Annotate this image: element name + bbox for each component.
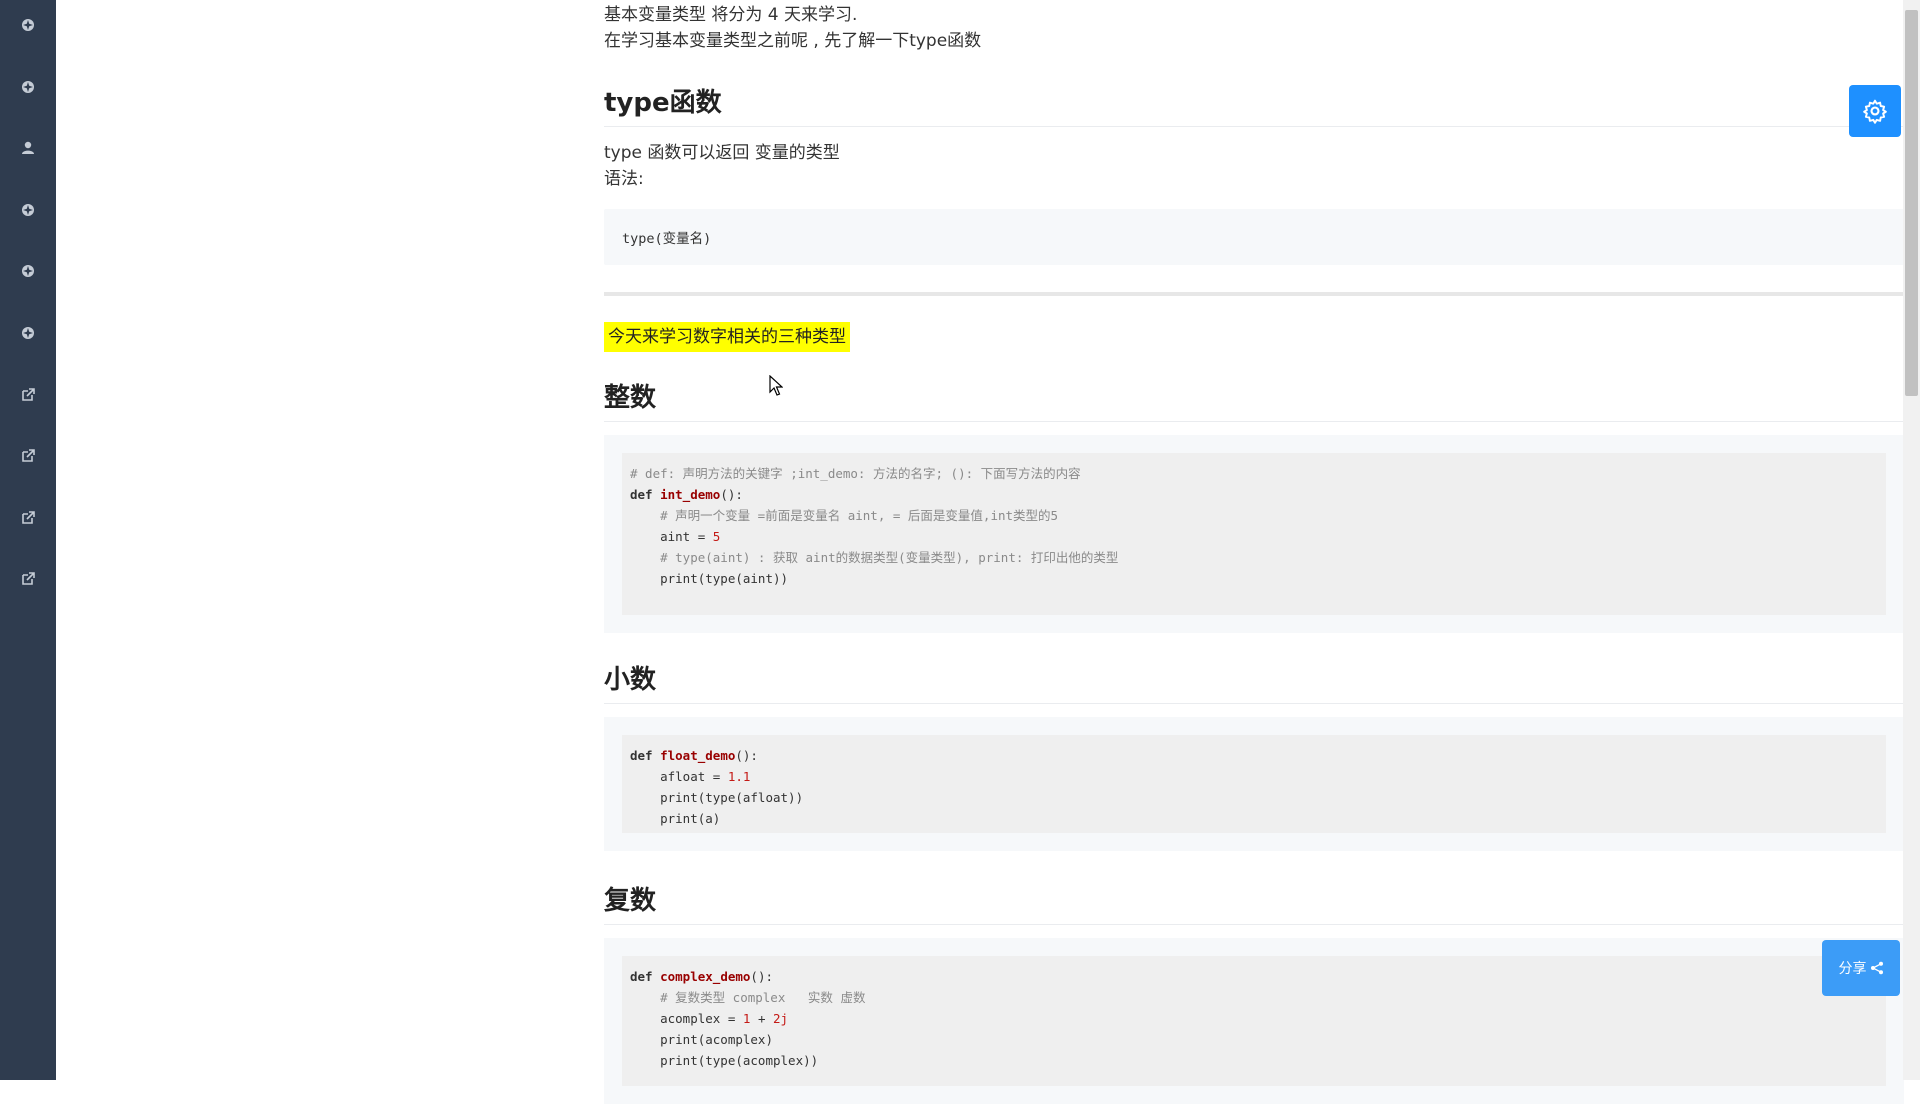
scrollbar-thumb[interactable]	[1905, 10, 1918, 396]
syntax-label: 语法:	[604, 169, 644, 189]
sidebar-item-10[interactable]	[0, 559, 56, 599]
sidebar-item-1[interactable]	[0, 5, 56, 45]
complex-code: def complex_demo(): # 复数类型 complex 实数 虚数…	[622, 956, 1886, 1086]
sidebar-item-6[interactable]	[0, 313, 56, 353]
horizontal-divider	[604, 292, 1904, 296]
share-icon	[1870, 961, 1883, 975]
integer-heading: 整数	[604, 377, 1904, 422]
external-link-icon	[22, 388, 35, 401]
type-syntax-code: type(变量名)	[604, 209, 1904, 265]
left-sidebar	[0, 0, 56, 1080]
float-code: def float_demo(): afloat = 1.1 print(typ…	[622, 735, 1886, 833]
complex-heading: 复数	[604, 880, 1904, 925]
external-link-icon	[22, 572, 35, 585]
sidebar-item-7[interactable]	[0, 375, 56, 415]
integer-code: # def: 声明方法的关键字 ;int_demo: 方法的名字; (): 下面…	[622, 453, 1886, 615]
intro-line-2: 在学习基本变量类型之前呢 , 先了解一下type函数	[604, 31, 982, 51]
float-heading: 小数	[604, 659, 1904, 704]
gear-icon	[22, 81, 34, 93]
settings-button[interactable]	[1849, 85, 1901, 137]
sidebar-item-2[interactable]	[0, 67, 56, 107]
gear-icon	[1863, 99, 1887, 124]
user-icon	[22, 141, 34, 154]
sidebar-item-8[interactable]	[0, 436, 56, 476]
gear-icon	[22, 265, 34, 277]
external-link-icon	[22, 449, 35, 462]
share-label: 分享	[1838, 961, 1867, 977]
sidebar-item-4[interactable]	[0, 190, 56, 230]
sidebar-item-3[interactable]	[0, 128, 56, 168]
gear-icon	[22, 327, 34, 339]
mouse-cursor-icon	[769, 375, 783, 396]
complex-code-block: def complex_demo(): # 复数类型 complex 实数 虚数…	[604, 938, 1904, 1104]
sidebar-item-5[interactable]	[0, 251, 56, 291]
type-description: type 函数可以返回 变量的类型	[604, 143, 840, 163]
intro-line-1: 基本变量类型 将分为 4 天来学习.	[604, 5, 858, 25]
external-link-icon	[22, 511, 35, 524]
integer-code-block: # def: 声明方法的关键字 ;int_demo: 方法的名字; (): 下面…	[604, 435, 1904, 633]
gear-icon	[22, 204, 34, 216]
sidebar-item-9[interactable]	[0, 498, 56, 538]
gear-icon	[22, 19, 34, 31]
float-code-block: def float_demo(): afloat = 1.1 print(typ…	[604, 717, 1904, 851]
share-button[interactable]: 分享	[1822, 940, 1900, 996]
type-function-heading: type函数	[604, 82, 1904, 127]
highlighted-text: 今天来学习数字相关的三种类型	[604, 322, 850, 352]
